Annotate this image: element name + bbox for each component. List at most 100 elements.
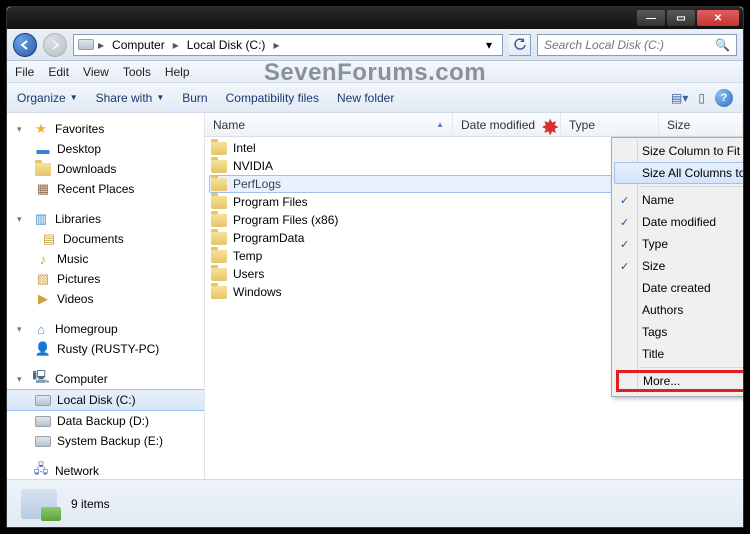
check-icon: ✓ xyxy=(620,260,629,273)
file-list[interactable]: IntellderNVIDIAlderPerfLogslderProgram F… xyxy=(205,137,743,479)
sidebar-homegroup[interactable]: ▾⌂Homegroup xyxy=(7,319,204,339)
column-name[interactable]: Name▲ xyxy=(205,113,453,136)
menu-tools[interactable]: Tools xyxy=(123,65,151,79)
breadcrumb-drive[interactable]: Local Disk (C:) xyxy=(183,36,270,54)
sidebar-network[interactable]: ▸🖧Network xyxy=(7,461,204,479)
watermark: SevenForums.com xyxy=(264,59,486,87)
folder-icon xyxy=(211,158,227,174)
burn-button[interactable]: Burn xyxy=(182,91,207,105)
ctx-more[interactable]: More... xyxy=(616,370,743,392)
star-icon: ★ xyxy=(33,121,49,137)
homegroup-icon: ⌂ xyxy=(33,321,49,337)
maximize-button[interactable]: ▭ xyxy=(667,10,695,26)
ctx-col-type[interactable]: ✓Type xyxy=(614,233,743,255)
newfolder-button[interactable]: New folder xyxy=(337,91,394,105)
search-placeholder: Search Local Disk (C:) xyxy=(544,38,664,52)
drive-icon xyxy=(78,37,94,53)
address-bar[interactable]: ▸ Computer ▸ Local Disk (C:) ▸ ▾ xyxy=(73,34,503,56)
refresh-button[interactable] xyxy=(509,34,531,56)
column-header: Name▲ Date modified Type Size xyxy=(205,113,743,137)
close-button[interactable]: ✕ xyxy=(697,10,739,26)
ctx-col-title[interactable]: Title xyxy=(614,343,743,365)
check-icon: ✓ xyxy=(620,238,629,251)
folder-icon xyxy=(211,194,227,210)
recent-icon: ▦ xyxy=(35,181,51,197)
libraries-icon: ▥ xyxy=(33,211,49,227)
file-name: NVIDIA xyxy=(231,159,459,173)
drive-icon xyxy=(35,433,51,449)
back-button[interactable] xyxy=(13,33,37,57)
file-name: ProgramData xyxy=(231,231,459,245)
ctx-col-date-modified[interactable]: ✓Date modified xyxy=(614,211,743,233)
file-name: Intel xyxy=(231,141,459,155)
minimize-button[interactable]: — xyxy=(637,10,665,26)
ctx-col-tags[interactable]: Tags xyxy=(614,321,743,343)
chevron-right-icon: ▸ xyxy=(98,38,104,52)
column-size[interactable]: Size xyxy=(659,113,743,136)
menu-edit[interactable]: Edit xyxy=(48,65,69,79)
menu-separator xyxy=(640,186,743,187)
navbar: ▸ Computer ▸ Local Disk (C:) ▸ ▾ Search … xyxy=(7,29,743,61)
sidebar-favorites[interactable]: ▾★Favorites xyxy=(7,119,204,139)
ctx-col-date-created[interactable]: Date created xyxy=(614,277,743,299)
menu-file[interactable]: File xyxy=(15,65,34,79)
search-icon: 🔍 xyxy=(715,38,730,52)
status-bar: 9 items xyxy=(7,479,743,527)
file-name: Users xyxy=(231,267,459,281)
downloads-icon xyxy=(35,161,51,177)
column-type[interactable]: Type xyxy=(561,113,659,136)
sort-indicator-icon: ▲ xyxy=(436,120,444,129)
folder-icon xyxy=(211,284,227,300)
search-input[interactable]: Search Local Disk (C:) 🔍 xyxy=(537,34,737,56)
sidebar-item-localdisk-c[interactable]: Local Disk (C:) xyxy=(7,389,204,411)
ctx-size-all-columns[interactable]: Size All Columns to Fit xyxy=(614,162,743,184)
view-mode-button[interactable]: ▤▾ xyxy=(671,91,688,105)
folder-icon xyxy=(211,266,227,282)
drive-icon xyxy=(35,413,51,429)
help-button[interactable]: ? xyxy=(715,89,733,107)
menu-view[interactable]: View xyxy=(83,65,109,79)
chevron-down-icon: ▼ xyxy=(70,93,78,102)
address-dropdown-icon[interactable]: ▾ xyxy=(480,38,498,52)
videos-icon: ▶ xyxy=(35,291,51,307)
share-button[interactable]: Share with▼ xyxy=(96,91,165,105)
music-icon: ♪ xyxy=(35,251,51,267)
organize-button[interactable]: Organize▼ xyxy=(17,91,78,105)
sidebar-item-desktop[interactable]: ▬Desktop xyxy=(7,139,204,159)
breadcrumb-computer[interactable]: Computer xyxy=(108,36,169,54)
sidebar-computer[interactable]: ▾🖳Computer xyxy=(7,369,204,389)
file-name: Program Files xyxy=(231,195,459,209)
menubar: File Edit View Tools Help SevenForums.co… xyxy=(7,61,743,83)
sidebar-libraries[interactable]: ▾▥Libraries xyxy=(7,209,204,229)
sidebar-item-downloads[interactable]: Downloads xyxy=(7,159,204,179)
preview-pane-button[interactable]: ▯ xyxy=(698,91,705,105)
pictures-icon: ▧ xyxy=(35,271,51,287)
ctx-col-authors[interactable]: Authors xyxy=(614,299,743,321)
sidebar-item-pictures[interactable]: ▧Pictures xyxy=(7,269,204,289)
ctx-size-column[interactable]: Size Column to Fit xyxy=(614,140,743,162)
drive-icon xyxy=(35,392,51,408)
toolbar: Organize▼ Share with▼ Burn Compatibility… xyxy=(7,83,743,113)
ctx-col-size[interactable]: ✓Size xyxy=(614,255,743,277)
check-icon: ✓ xyxy=(620,216,629,229)
forward-button[interactable] xyxy=(43,33,67,57)
folder-icon xyxy=(211,230,227,246)
sidebar-item-videos[interactable]: ▶Videos xyxy=(7,289,204,309)
chevron-down-icon: ▼ xyxy=(156,93,164,102)
sidebar-item-recent[interactable]: ▦Recent Places xyxy=(7,179,204,199)
ctx-col-name[interactable]: ✓Name xyxy=(614,189,743,211)
desktop-icon: ▬ xyxy=(35,141,51,157)
menu-help[interactable]: Help xyxy=(165,65,190,79)
folder-icon xyxy=(211,212,227,228)
check-icon: ✓ xyxy=(620,194,629,207)
context-menu: Size Column to Fit Size All Columns to F… xyxy=(611,137,743,397)
sidebar-item-music[interactable]: ♪Music xyxy=(7,249,204,269)
compat-button[interactable]: Compatibility files xyxy=(226,91,319,105)
chevron-right-icon: ▸ xyxy=(273,38,279,52)
sidebar-item-user[interactable]: 👤Rusty (RUSTY-PC) xyxy=(7,339,204,359)
sidebar-item-drive-e[interactable]: System Backup (E:) xyxy=(7,431,204,451)
sidebar-item-documents[interactable]: ▸▤Documents xyxy=(7,229,204,249)
computer-icon: 🖳 xyxy=(33,371,49,387)
file-pane: Name▲ Date modified Type Size ✸ Intellde… xyxy=(205,113,743,479)
sidebar-item-drive-d[interactable]: Data Backup (D:) xyxy=(7,411,204,431)
